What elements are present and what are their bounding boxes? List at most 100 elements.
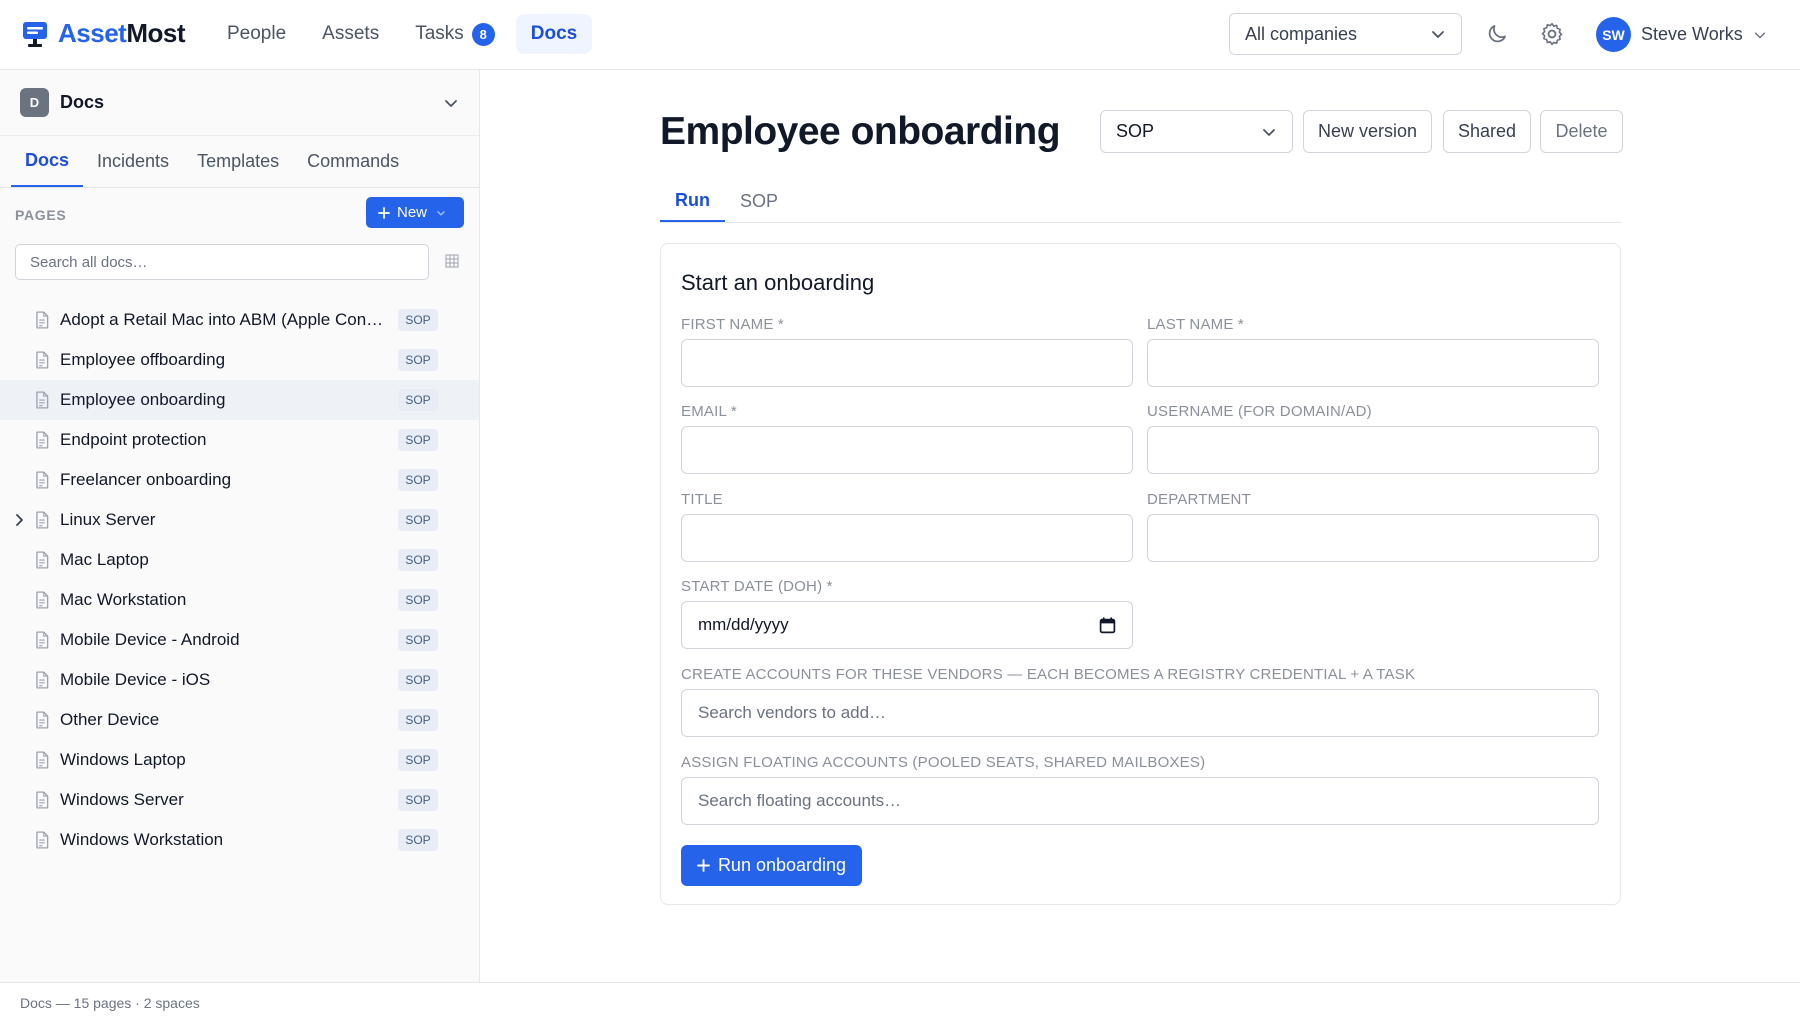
page-tree-item[interactable]: Other Device SOP <box>0 700 479 740</box>
page-title-label: Endpoint protection <box>60 430 207 449</box>
page-title-label: Windows Laptop <box>60 750 186 769</box>
vendors-label: CREATE ACCOUNTS FOR THESE VENDORS — EACH… <box>681 666 1416 683</box>
page-tree-item[interactable]: Windows Laptop SOP <box>0 740 479 780</box>
sop-tag-badge: SOP <box>398 749 438 771</box>
page-title-label: Windows Server <box>60 790 184 809</box>
doc-tabs: Run SOP <box>660 180 1621 223</box>
document-icon <box>34 551 50 574</box>
sop-tag-badge: SOP <box>398 389 438 411</box>
form-heading: Start an onboarding <box>681 270 875 295</box>
first-name-label: FIRST NAME * <box>681 316 784 333</box>
page-title-label: Other Device <box>60 710 160 729</box>
document-icon <box>34 631 50 654</box>
floating-accounts-label: ASSIGN FLOATING ACCOUNTS (POOLED SEATS, … <box>681 754 1206 771</box>
floating-accounts-search-input[interactable] <box>681 777 1599 825</box>
page-tree-item[interactable]: Mac Workstation SOP <box>0 580 479 620</box>
page-tree-item[interactable]: Adopt a Retail Mac into ABM (Apple Con… S… <box>0 300 479 340</box>
document-icon <box>34 391 50 414</box>
page-tree-item[interactable]: Linux Server SOP <box>0 500 479 540</box>
document-icon <box>34 831 50 854</box>
sop-tag-badge: SOP <box>398 349 438 371</box>
monitor-logo-icon <box>23 21 47 47</box>
company-select[interactable]: All companies <box>1229 13 1462 55</box>
nav-item-docs[interactable]: Docs <box>515 14 593 54</box>
docs-search-row <box>0 244 479 300</box>
nav-item-tasks[interactable]: Tasks 8 <box>400 14 510 54</box>
delete-button[interactable]: Delete <box>1540 110 1623 153</box>
page-tree: Adopt a Retail Mac into ABM (Apple Con… S… <box>0 300 479 860</box>
sop-tag-badge: SOP <box>398 589 438 611</box>
title-field[interactable] <box>681 514 1133 562</box>
chevron-right-icon[interactable] <box>13 513 25 532</box>
theme-toggle-button[interactable] <box>1482 18 1512 50</box>
document-icon <box>34 431 50 454</box>
first-name-field[interactable] <box>681 339 1133 387</box>
docs-search-input[interactable] <box>15 244 429 280</box>
top-nav-bar: AssetMost People Assets Tasks 8 Docs All … <box>0 0 1800 70</box>
vendors-search-input[interactable] <box>681 689 1599 737</box>
moon-icon <box>1488 25 1506 43</box>
page-title-label: Employee offboarding <box>60 350 226 369</box>
new-version-button[interactable]: New version <box>1303 110 1432 153</box>
sop-tag-badge: SOP <box>398 509 438 531</box>
username-field[interactable] <box>1147 426 1599 474</box>
page-tree-item[interactable]: Windows Server SOP <box>0 780 479 820</box>
app-logo[interactable]: AssetMost <box>22 18 185 49</box>
tab-commands[interactable]: Commands <box>293 136 413 187</box>
chevron-down-icon <box>1263 128 1275 136</box>
page-tree-item[interactable]: Mobile Device - Android SOP <box>0 620 479 660</box>
email-field[interactable] <box>681 426 1133 474</box>
tab-incidents[interactable]: Incidents <box>83 136 183 187</box>
tab-run[interactable]: Run <box>660 180 725 222</box>
space-selector[interactable]: D Docs <box>0 70 479 136</box>
sop-tag-badge: SOP <box>398 629 438 651</box>
page-title-label: Windows Workstation <box>60 830 224 849</box>
user-menu[interactable]: SW Steve Works <box>1596 17 1767 52</box>
tasks-count-badge: 8 <box>471 22 495 46</box>
pages-label: PAGES <box>15 207 67 223</box>
nav-item-people[interactable]: People <box>212 14 301 54</box>
shared-button[interactable]: Shared <box>1443 110 1531 153</box>
sop-tag-badge: SOP <box>398 469 438 491</box>
document-icon <box>34 351 50 374</box>
page-tree-item[interactable]: Employee onboarding SOP <box>0 380 479 420</box>
last-name-field[interactable] <box>1147 339 1599 387</box>
department-field[interactable] <box>1147 514 1599 562</box>
page-tree-item[interactable]: Mac Laptop SOP <box>0 540 479 580</box>
username-label: USERNAME (FOR DOMAIN/AD) <box>1147 403 1372 420</box>
page-tree-item[interactable]: Endpoint protection SOP <box>0 420 479 460</box>
settings-button[interactable] <box>1537 18 1567 50</box>
page-tree-item[interactable]: Mobile Device - iOS SOP <box>0 660 479 700</box>
new-page-button[interactable]: New <box>366 197 464 228</box>
page-title: Employee onboarding <box>660 110 1061 153</box>
title-label: TITLE <box>681 491 723 508</box>
doc-type-select[interactable]: SOP <box>1100 110 1293 153</box>
sop-tag-badge: SOP <box>398 789 438 811</box>
document-icon <box>34 311 50 334</box>
status-text: Docs — 15 pages · 2 spaces <box>20 995 200 1011</box>
tab-docs[interactable]: Docs <box>11 136 84 187</box>
page-title-label: Linux Server <box>60 510 156 529</box>
plus-icon <box>378 206 390 219</box>
page-title-label: Mobile Device - iOS <box>60 670 211 689</box>
space-name: Docs <box>60 92 105 112</box>
status-bar: Docs — 15 pages · 2 spaces <box>0 982 1800 1022</box>
chevron-down-icon <box>1754 32 1765 38</box>
grid-view-icon[interactable] <box>445 254 459 268</box>
page-title-label: Mobile Device - Android <box>60 630 240 649</box>
page-title-label: Mac Laptop <box>60 550 149 569</box>
tab-templates[interactable]: Templates <box>183 136 293 187</box>
tab-sop[interactable]: SOP <box>725 180 793 222</box>
document-icon <box>34 591 50 614</box>
run-onboarding-button[interactable]: Run onboarding <box>681 845 862 886</box>
page-tree-item[interactable]: Employee offboarding SOP <box>0 340 479 380</box>
document-icon <box>34 511 50 534</box>
pages-header: PAGES New <box>0 188 479 244</box>
calendar-icon[interactable] <box>1099 616 1116 634</box>
page-tree-item[interactable]: Windows Workstation SOP <box>0 820 479 860</box>
nav-item-assets[interactable]: Assets <box>307 14 394 54</box>
chevron-down-icon <box>437 210 445 215</box>
start-date-field[interactable]: mm/dd/yyyy <box>681 601 1133 649</box>
avatar: SW <box>1596 17 1631 52</box>
page-tree-item[interactable]: Freelancer onboarding SOP <box>0 460 479 500</box>
